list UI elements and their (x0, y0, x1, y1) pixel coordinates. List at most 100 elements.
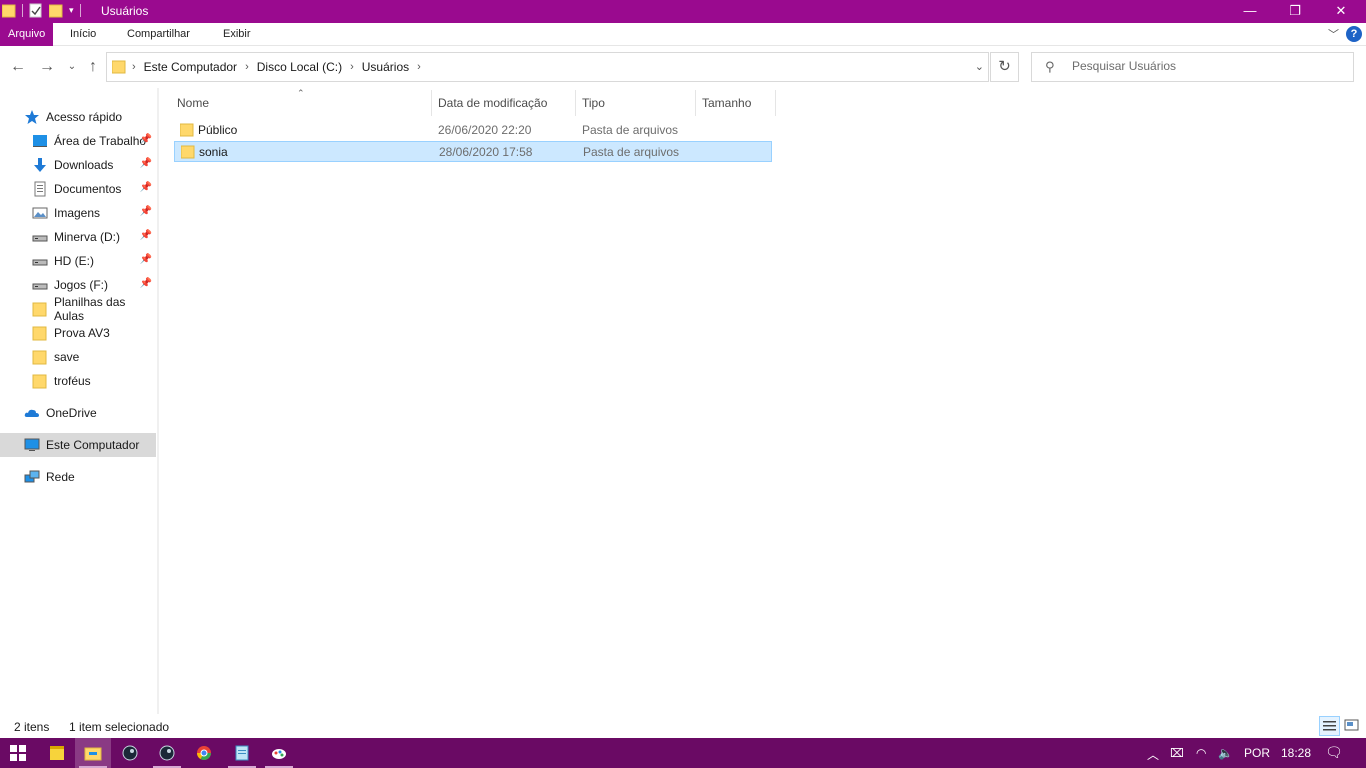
tab-inicio[interactable]: Início (70, 23, 96, 46)
file-type: Pasta de arquivos (583, 145, 680, 159)
taskbar-app-steam-2[interactable] (149, 738, 185, 768)
close-button[interactable]: ✕ (1318, 0, 1364, 23)
sidebar-item-acesso-rapido[interactable]: Acesso rápido (0, 105, 156, 129)
large-icons-view-button[interactable] (1342, 716, 1363, 736)
taskbar-app-steam[interactable] (112, 738, 148, 768)
notifications-icon[interactable]: 🗨 (1325, 744, 1343, 761)
pin-icon[interactable]: 📌 (140, 134, 152, 145)
column-header-nome[interactable]: Nome (177, 90, 209, 116)
minimize-button[interactable]: — (1227, 0, 1273, 23)
column-divider[interactable] (431, 90, 432, 116)
selection-count: 1 item selecionado (69, 720, 170, 734)
sidebar-item-label: Este Computador (46, 438, 140, 452)
clock[interactable]: 18:28 (1281, 746, 1311, 760)
breadcrumb-disco-local[interactable]: Disco Local (C:) (257, 60, 342, 74)
sidebar-item-onedrive[interactable]: OneDrive (0, 401, 156, 425)
network-tray-icon[interactable]: ⌧ (1170, 746, 1184, 760)
customize-qat-icon[interactable]: ▾ (69, 5, 74, 16)
details-view-button[interactable] (1319, 716, 1340, 736)
sidebar-item-documentos[interactable]: Documentos 📌 (0, 177, 156, 201)
sidebar-item-imagens[interactable]: Imagens 📌 (0, 201, 156, 225)
taskbar-app-chrome[interactable] (186, 738, 222, 768)
language-indicator[interactable]: POR (1244, 746, 1270, 760)
taskbar-app-notepad[interactable] (224, 738, 260, 768)
pin-icon[interactable]: 📌 (140, 206, 152, 217)
table-row[interactable]: sonia 28/06/2020 17:58 Pasta de arquivos (174, 141, 772, 162)
breadcrumb-usuarios[interactable]: Usuários (362, 60, 409, 74)
up-button[interactable]: ↑ (83, 57, 103, 77)
tab-arquivo[interactable]: Arquivo (0, 23, 54, 46)
pin-icon[interactable]: 📌 (140, 278, 152, 289)
quick-access-toolbar: ▾ (2, 3, 81, 18)
sidebar-item-planilhas-das-aulas[interactable]: Planilhas das Aulas (0, 295, 156, 323)
drive-icon (32, 283, 48, 290)
forward-button[interactable]: → (37, 57, 57, 77)
properties-icon[interactable] (29, 3, 43, 18)
column-divider[interactable] (695, 90, 696, 116)
refresh-button[interactable]: ↻ (990, 52, 1019, 82)
search-input[interactable] (1072, 59, 1342, 73)
ribbon-tabs: Arquivo Início Compartilhar Exibir ﹀ ? (0, 23, 1366, 46)
file-name: sonia (199, 145, 228, 159)
drive-icon (32, 259, 48, 266)
chevron-right-icon[interactable]: › (417, 61, 421, 73)
taskbar-app-file-explorer[interactable] (75, 738, 111, 768)
table-row[interactable]: Público 26/06/2020 22:20 Pasta de arquiv… (174, 120, 772, 141)
wifi-icon[interactable]: ◠ (1196, 746, 1206, 760)
sidebar-item-label: Downloads (54, 158, 114, 172)
folder-icon (112, 60, 126, 74)
new-folder-icon[interactable] (49, 3, 63, 18)
sidebar-item-downloads[interactable]: Downloads 📌 (0, 153, 156, 177)
desktop-icon (33, 135, 47, 147)
tab-compartilhar[interactable]: Compartilhar (127, 23, 190, 46)
pin-icon[interactable]: 📌 (140, 230, 152, 241)
folder-icon (181, 145, 195, 159)
recent-locations-button[interactable]: ⌄ (62, 57, 82, 77)
chevron-right-icon[interactable]: › (245, 61, 249, 73)
sidebar-item-prova-av3[interactable]: Prova AV3 (0, 321, 156, 345)
pin-icon[interactable]: 📌 (140, 158, 152, 169)
chevron-down-icon[interactable]: ⌄ (975, 60, 984, 73)
column-header-data[interactable]: Data de modificação (438, 90, 547, 116)
sidebar-item-hd[interactable]: HD (E:) 📌 (0, 249, 156, 273)
sidebar-item-label: Planilhas das Aulas (54, 295, 126, 323)
restore-button[interactable]: ❐ (1272, 0, 1318, 23)
sidebar-item-minerva[interactable]: Minerva (D:) 📌 (0, 225, 156, 249)
sidebar-item-trofeus[interactable]: troféus (0, 369, 156, 393)
tab-exibir[interactable]: Exibir (223, 23, 251, 46)
sidebar-item-area-de-trabalho[interactable]: Área de Trabalho 📌 (0, 129, 156, 153)
status-bar: 2 itens 1 item selecionado (0, 714, 1366, 738)
pictures-icon (32, 207, 48, 219)
column-divider[interactable] (575, 90, 576, 116)
column-divider[interactable] (775, 90, 776, 116)
address-bar[interactable]: › Este Computador › Disco Local (C:) › U… (106, 52, 989, 82)
notepad-icon (235, 745, 249, 761)
start-button[interactable] (0, 738, 36, 768)
document-icon (34, 181, 46, 197)
back-button[interactable]: ← (8, 57, 28, 77)
chevron-down-icon[interactable]: ﹀ (1328, 26, 1339, 42)
volume-icon[interactable]: 🔈 (1218, 746, 1233, 760)
help-button[interactable]: ? (1346, 26, 1362, 42)
divider (79, 4, 81, 17)
sidebar-item-save[interactable]: save (0, 345, 156, 369)
chevron-right-icon[interactable]: › (132, 61, 136, 73)
taskbar-app-sticky-notes[interactable] (39, 738, 75, 768)
breadcrumb-este-computador[interactable]: Este Computador (144, 60, 237, 74)
file-date: 26/06/2020 22:20 (438, 123, 532, 137)
folder-icon (2, 4, 16, 18)
pin-icon[interactable]: 📌 (140, 182, 152, 193)
search-box[interactable]: ⚲ (1031, 52, 1354, 82)
sidebar-item-este-computador[interactable]: Este Computador (0, 433, 156, 457)
show-hidden-icons-button[interactable]: ︿ (1147, 746, 1159, 763)
column-header-tamanho[interactable]: Tamanho (702, 90, 751, 116)
column-header-tipo[interactable]: Tipo (582, 90, 605, 116)
folder-icon (32, 374, 47, 389)
chevron-right-icon[interactable]: › (350, 61, 354, 73)
file-name: Público (198, 123, 238, 137)
sidebar-item-rede[interactable]: Rede (0, 465, 156, 489)
taskbar-app-paint[interactable] (261, 738, 297, 768)
folder-icon (32, 302, 47, 317)
pin-icon[interactable]: 📌 (140, 254, 152, 265)
sidebar-item-jogos[interactable]: Jogos (F:) 📌 (0, 273, 156, 297)
